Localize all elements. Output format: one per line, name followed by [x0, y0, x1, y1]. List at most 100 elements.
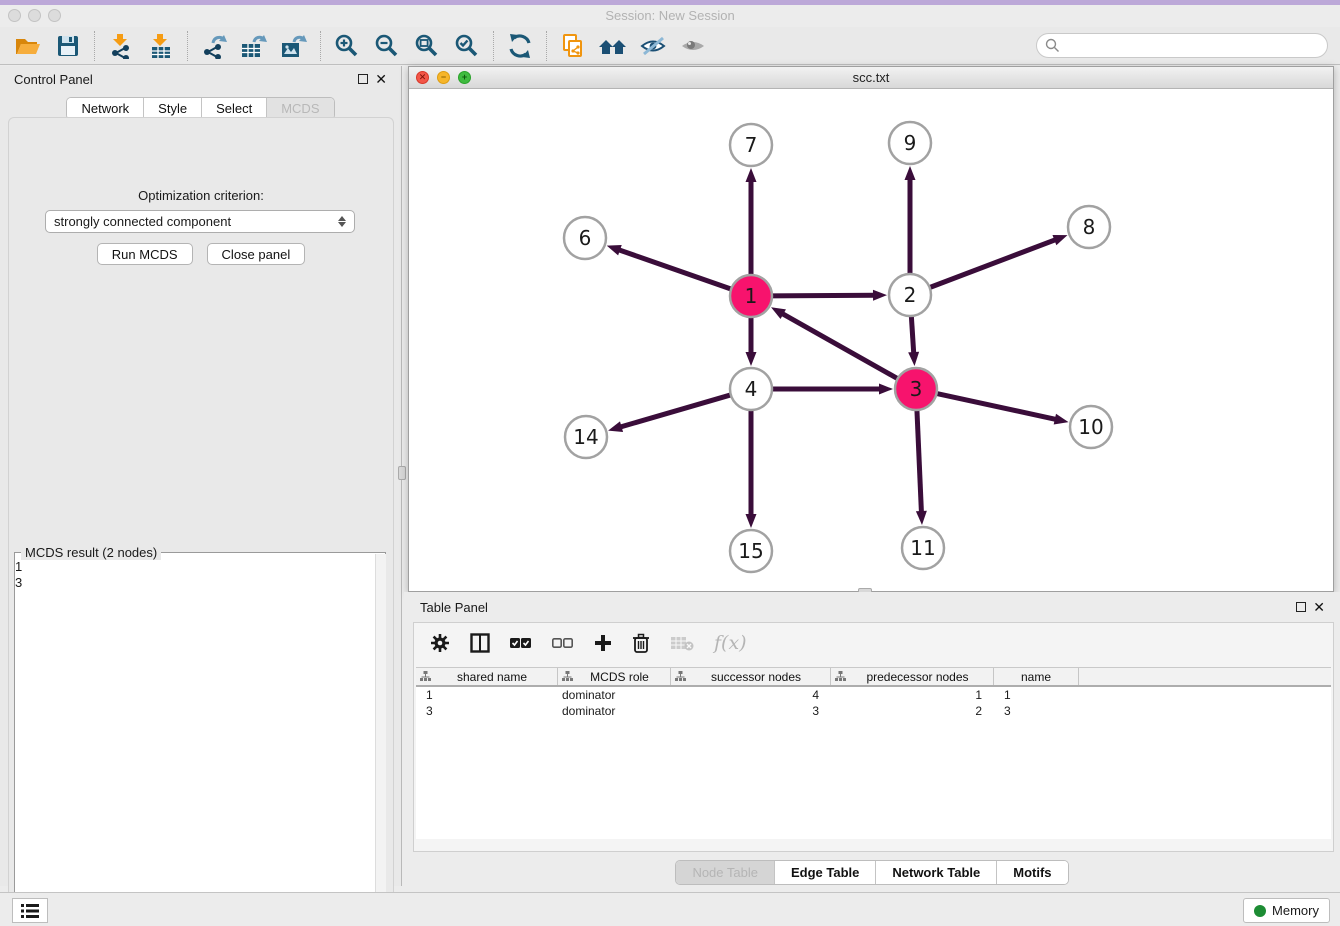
cell-successor-nodes: 4 [671, 688, 831, 702]
table-panel: Table Panel ✕ [404, 592, 1340, 886]
graph-node-label: 2 [904, 283, 917, 307]
run-mcds-button[interactable]: Run MCDS [97, 243, 193, 265]
zoom-fit-button[interactable] [407, 29, 447, 63]
graph-edge-3-10[interactable] [935, 393, 1058, 420]
app-titlebar: Session: New Session [0, 5, 1340, 27]
tab-node-table[interactable]: Node Table [676, 861, 775, 884]
column-header-successor-nodes[interactable]: successor nodes [671, 668, 831, 685]
zoom-in-button[interactable] [327, 29, 367, 63]
search-box [1036, 33, 1328, 58]
float-table-panel-icon[interactable] [1296, 602, 1306, 612]
show-all-button[interactable] [673, 29, 713, 63]
memory-button[interactable]: Memory [1243, 898, 1330, 923]
cell-name: 1 [994, 688, 1079, 702]
hierarchy-icon [835, 671, 846, 682]
splitter-grip-vertical[interactable] [398, 466, 406, 480]
close-table-panel-icon[interactable]: ✕ [1313, 601, 1325, 613]
checked-boxes-icon [510, 636, 532, 650]
first-neighbors-button[interactable] [593, 29, 633, 63]
hierarchy-icon [562, 671, 573, 682]
graph-edge-4-14[interactable] [619, 394, 733, 427]
mcds-result-list[interactable]: 1 3 [15, 559, 373, 591]
open-file-button[interactable] [8, 29, 48, 63]
edge-arrowhead [607, 245, 622, 255]
table-row[interactable]: 1 dominator 4 1 1 [416, 687, 1331, 703]
close-panel-button[interactable]: Close panel [207, 243, 306, 265]
zoom-selected-button[interactable] [447, 29, 487, 63]
graph-node-label: 8 [1083, 215, 1096, 239]
table-settings-button[interactable] [430, 629, 450, 657]
minus-glyph: − [437, 71, 450, 84]
close-panel-icon[interactable]: ✕ [375, 73, 387, 85]
export-network-button[interactable] [194, 29, 234, 63]
tab-style[interactable]: Style [144, 98, 202, 119]
float-panel-icon[interactable] [358, 74, 368, 84]
edge-arrowhead [905, 166, 916, 180]
cell-name: 3 [994, 704, 1079, 718]
tab-network[interactable]: Network [67, 98, 144, 119]
new-network-from-selection-button[interactable] [553, 29, 593, 63]
mcds-buttons: Run MCDS Close panel [9, 243, 393, 265]
edge-arrowhead [1052, 235, 1067, 245]
memory-label: Memory [1272, 903, 1319, 918]
delete-table-button [670, 629, 694, 657]
hide-selected-button[interactable] [633, 29, 673, 63]
cell-shared-name: 1 [416, 688, 558, 702]
table-row[interactable]: 3 dominator 3 2 3 [416, 703, 1331, 719]
memory-status-icon [1254, 905, 1266, 917]
zoom-window-button[interactable] [48, 9, 61, 22]
select-stepper-icon [338, 216, 346, 227]
graph-edge-1-6[interactable] [617, 249, 733, 290]
column-header-predecessor-nodes[interactable]: predecessor nodes [831, 668, 994, 685]
edge-arrowhead [746, 352, 757, 366]
zoom-out-button[interactable] [367, 29, 407, 63]
import-network-button[interactable] [101, 29, 141, 63]
mcds-result-box [14, 552, 386, 926]
node-table-container: f(x) shared name MCDS role successor nod… [413, 622, 1334, 852]
graph-edge-1-2[interactable] [770, 295, 876, 296]
fx-icon: f(x) [714, 632, 747, 654]
zoom-selected-icon [454, 33, 480, 59]
column-header-name[interactable]: name [994, 668, 1079, 685]
network-graph[interactable]: 7968124314101511 [409, 89, 1333, 591]
toolbar-separator [94, 31, 95, 61]
control-panel: Control Panel ✕ Network Style Select MCD… [0, 66, 402, 886]
tab-network-table[interactable]: Network Table [876, 861, 997, 884]
graph-node-label: 6 [579, 226, 592, 250]
task-history-button[interactable] [12, 898, 48, 923]
graph-edge-2-8[interactable] [928, 239, 1057, 288]
add-column-button[interactable] [594, 629, 612, 657]
import-table-button[interactable] [141, 29, 181, 63]
export-table-button[interactable] [234, 29, 274, 63]
deselect-all-button[interactable] [552, 629, 574, 657]
refresh-icon [507, 33, 533, 59]
search-icon [1045, 38, 1060, 53]
graph-edge-2-3[interactable] [911, 314, 914, 355]
refresh-button[interactable] [500, 29, 540, 63]
close-window-button[interactable] [8, 9, 21, 22]
status-bar: Memory [0, 892, 1340, 926]
show-columns-button[interactable] [470, 629, 490, 657]
edge-arrowhead [908, 352, 919, 366]
cell-predecessor-nodes: 2 [831, 704, 994, 718]
graph-edge-3-1[interactable] [781, 313, 900, 380]
tab-motifs[interactable]: Motifs [997, 861, 1067, 884]
export-network-icon [201, 33, 227, 59]
search-input[interactable] [1036, 33, 1328, 58]
tab-edge-table[interactable]: Edge Table [775, 861, 876, 884]
tab-select[interactable]: Select [202, 98, 267, 119]
graph-node-label: 11 [910, 536, 935, 560]
optimization-criterion-select[interactable]: strongly connected component [45, 210, 355, 233]
save-session-button[interactable] [48, 29, 88, 63]
graph-edge-3-11[interactable] [917, 408, 922, 514]
column-header-mcds-role[interactable]: MCDS role [558, 668, 671, 685]
export-image-button[interactable] [274, 29, 314, 63]
result-scrollbar[interactable] [375, 554, 386, 926]
column-header-shared-name[interactable]: shared name [416, 668, 558, 685]
delete-column-button[interactable] [632, 629, 650, 657]
minimize-window-button[interactable] [28, 9, 41, 22]
tab-mcds[interactable]: MCDS [267, 98, 333, 119]
trash-icon [632, 633, 650, 653]
cell-predecessor-nodes: 1 [831, 688, 994, 702]
select-all-button[interactable] [510, 629, 532, 657]
